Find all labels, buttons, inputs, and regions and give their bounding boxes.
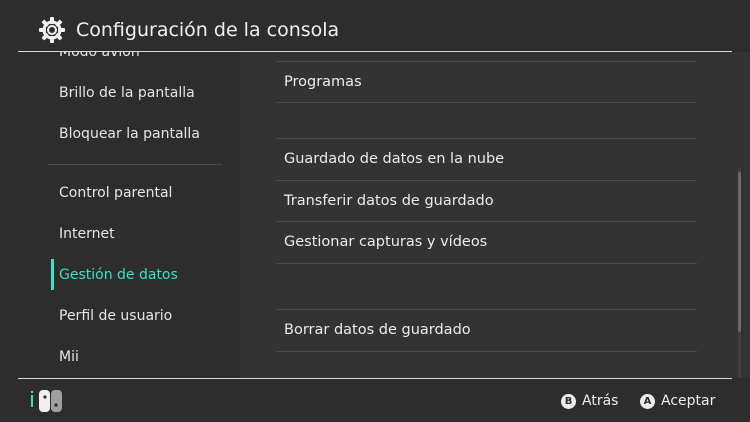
list-item-programas[interactable]: Programas [284,62,684,103]
sidebar: Modo avión Brillo de la pantalla Bloquea… [0,52,240,378]
scrollbar-thumb[interactable] [738,172,741,332]
sidebar-item-gestion-datos[interactable]: Gestión de datos [59,255,178,296]
sidebar-item-perfil-usuario[interactable]: Perfil de usuario [59,296,172,337]
list-item-borrar-datos[interactable]: Borrar datos de guardado [284,310,684,351]
list-item-capturas-videos[interactable]: Gestionar capturas y vídeos [284,222,684,263]
gear-icon [39,17,65,43]
b-button-icon: B [561,393,576,409]
content-panel: Programas Guardado de datos en la nube T… [240,52,750,378]
list-item-transferir-datos[interactable]: Transferir datos de guardado [284,181,684,222]
footer [0,379,750,422]
row-divider [276,263,697,264]
active-indicator [51,259,54,290]
accept-hint[interactable]: A Aceptar [640,391,715,411]
page-title: Configuración de la consola [76,19,340,41]
back-label: Atrás [582,393,619,409]
sidebar-divider [48,164,222,165]
list-item-guardado-nube[interactable]: Guardado de datos en la nube [284,139,684,180]
row-divider [276,351,697,352]
back-hint[interactable]: B Atrás [561,391,618,411]
accept-label: Aceptar [661,393,716,409]
a-button-icon: A [640,393,655,409]
sidebar-item-brillo[interactable]: Brillo de la pantalla [59,73,195,114]
joycon-icon [31,390,62,412]
sidebar-item-internet[interactable]: Internet [59,214,115,255]
header: Configuración de la consola [0,0,750,52]
sidebar-item-mii[interactable]: Mii [59,337,79,378]
sidebar-item-modo-avion[interactable]: Modo avión [59,52,140,73]
sidebar-item-bloquear[interactable]: Bloquear la pantalla [59,114,200,155]
row-divider [276,102,697,103]
sidebar-item-control-parental[interactable]: Control parental [59,173,172,214]
